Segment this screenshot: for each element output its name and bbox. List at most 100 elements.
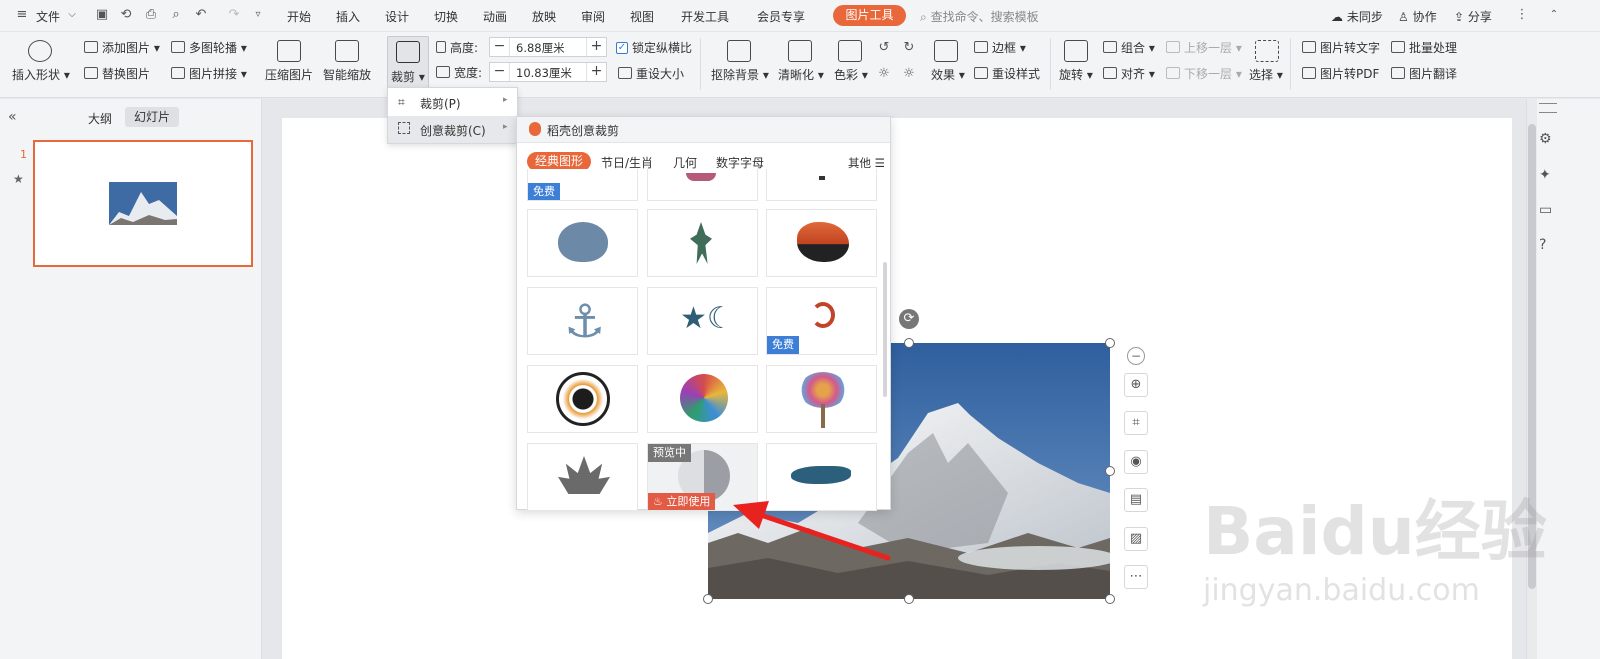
save-icon[interactable]: ▣ bbox=[94, 7, 110, 23]
collapse-panel-icon[interactable]: « bbox=[8, 109, 17, 125]
properties-icon[interactable]: ⚙ bbox=[1539, 131, 1552, 147]
undo-icon[interactable]: ↶ bbox=[193, 7, 209, 23]
brightness-up-icon[interactable]: ☼ bbox=[876, 66, 892, 82]
crop-shape-lotus[interactable] bbox=[527, 443, 638, 511]
send-backward-button[interactable]: 下移一层 ▾ bbox=[1166, 66, 1242, 82]
compress-picture-button[interactable]: 压缩图片 bbox=[265, 67, 313, 83]
align-button[interactable]: 对齐 ▾ bbox=[1103, 66, 1155, 82]
crop-shape-anchor[interactable]: ⚓ bbox=[527, 287, 638, 355]
customize-icon[interactable]: ▿ bbox=[250, 7, 266, 23]
replace-picture-button[interactable]: 替换图片 bbox=[84, 66, 150, 82]
tab-slideshow[interactable]: 放映 bbox=[532, 8, 556, 25]
tab-developer[interactable]: 开发工具 bbox=[681, 8, 729, 25]
crop-shape-ornament[interactable]: 免费 bbox=[766, 287, 877, 355]
tab-outline[interactable]: 大纲 bbox=[88, 110, 112, 127]
pin-icon[interactable]: ✦ bbox=[1539, 167, 1551, 183]
height-field[interactable]: − 6.88厘米 + bbox=[489, 37, 607, 57]
tab-member[interactable]: 会员专享 bbox=[757, 8, 805, 25]
more-options-icon[interactable]: ⋯ bbox=[1124, 565, 1148, 589]
format-painter-icon[interactable]: ⟲ bbox=[118, 7, 134, 23]
tab-animation[interactable]: 动画 bbox=[483, 8, 507, 25]
crop-shape-item[interactable]: 免费 bbox=[527, 169, 638, 201]
tab-picture-tools[interactable]: 图片工具 bbox=[833, 5, 906, 26]
more-icon[interactable]: ⋮ bbox=[1514, 7, 1530, 23]
lock-ratio-checkbox[interactable]: ✓ bbox=[616, 42, 628, 54]
crop-shape-ball[interactable] bbox=[647, 365, 758, 433]
add-picture-button[interactable]: 添加图片 ▾ bbox=[84, 40, 160, 56]
lightbulb-icon[interactable]: ◉ bbox=[1124, 450, 1148, 474]
tab-review[interactable]: 审阅 bbox=[581, 8, 605, 25]
chevron-down-icon[interactable]: ⌵ bbox=[64, 7, 80, 23]
crop-shape-deer[interactable] bbox=[647, 209, 758, 277]
search-input[interactable]: ⌕ 查找命令、搜索模板 bbox=[920, 8, 1039, 25]
remove-bg-button[interactable]: 抠除背景 ▾ bbox=[711, 67, 769, 83]
slide-thumbnail[interactable] bbox=[33, 140, 253, 267]
crop-shape-splash[interactable] bbox=[766, 209, 877, 277]
border-button[interactable]: 边框 ▾ bbox=[974, 40, 1026, 56]
resize-handle[interactable] bbox=[1105, 594, 1115, 604]
sync-status[interactable]: ☁ 未同步 bbox=[1331, 8, 1383, 25]
batch-button[interactable]: 批量处理 bbox=[1391, 40, 1457, 56]
rotate-right-icon[interactable]: ↻ bbox=[901, 40, 917, 56]
rotate-left-icon[interactable]: ↺ bbox=[876, 40, 892, 56]
print-icon[interactable]: ⎙ bbox=[143, 7, 159, 23]
zoom-in-icon[interactable]: ⊕ bbox=[1124, 373, 1148, 397]
reset-size-button[interactable]: 重设大小 bbox=[618, 66, 684, 82]
reset-style-button[interactable]: 重设样式 bbox=[974, 66, 1040, 82]
tab-design[interactable]: 设计 bbox=[385, 8, 409, 25]
tab-home[interactable]: 开始 bbox=[287, 8, 311, 25]
width-decrease-button[interactable]: − bbox=[490, 63, 510, 81]
sharpen-button[interactable]: 清晰化 ▾ bbox=[778, 67, 824, 83]
effects-button[interactable]: 效果 ▾ bbox=[931, 67, 965, 83]
picture-splice-button[interactable]: 图片拼接 ▾ bbox=[171, 66, 247, 82]
tab-insert[interactable]: 插入 bbox=[336, 8, 360, 25]
share-button[interactable]: ⇪ 分享 bbox=[1454, 8, 1492, 25]
multi-carousel-button[interactable]: 多图轮播 ▾ bbox=[171, 40, 247, 56]
tab-transition[interactable]: 切换 bbox=[434, 8, 458, 25]
print-preview-icon[interactable]: ⌕ bbox=[168, 7, 184, 23]
crop-shape-item[interactable] bbox=[647, 169, 758, 201]
erase-icon[interactable]: ▨ bbox=[1124, 527, 1148, 551]
hamburger-icon[interactable]: ≡ bbox=[14, 7, 30, 23]
crop-shape-stars[interactable]: ★☾ bbox=[647, 287, 758, 355]
resize-handle[interactable] bbox=[904, 338, 914, 348]
use-now-button[interactable]: ♨ 立即使用 bbox=[648, 493, 716, 510]
help-icon[interactable]: ? bbox=[1539, 237, 1546, 253]
width-increase-button[interactable]: + bbox=[586, 63, 606, 81]
group-button[interactable]: 组合 ▾ bbox=[1103, 40, 1155, 56]
insert-shape-button[interactable]: 插入形状 ▾ bbox=[12, 67, 70, 83]
color-button[interactable]: 色彩 ▾ bbox=[834, 67, 868, 83]
pic-to-text-float-icon[interactable]: ▤ bbox=[1124, 488, 1148, 512]
height-increase-button[interactable]: + bbox=[586, 38, 606, 56]
chat-icon[interactable]: ▭ bbox=[1539, 202, 1552, 218]
width-field[interactable]: − 10.83厘米 + bbox=[489, 62, 607, 82]
file-menu[interactable]: 文件 bbox=[36, 8, 60, 25]
select-button[interactable]: 选择 ▾ bbox=[1249, 67, 1283, 83]
smart-zoom-button[interactable]: 智能缩放 bbox=[323, 67, 371, 83]
crop-menu-item[interactable]: ⌗ 裁剪(P) ▸ bbox=[388, 89, 517, 115]
creative-crop-menu-item[interactable]: 创意裁剪(C) ▸ bbox=[388, 116, 517, 143]
rotate-button[interactable]: 旋转 ▾ bbox=[1059, 67, 1093, 83]
crop-button[interactable]: 裁剪 ▾ bbox=[387, 36, 429, 88]
pic-to-pdf-button[interactable]: 图片转PDF bbox=[1302, 66, 1379, 82]
pic-to-text-button[interactable]: 图片转文字 bbox=[1302, 40, 1380, 56]
collapse-ribbon-icon[interactable]: ⌃ bbox=[1546, 7, 1562, 23]
collab-button[interactable]: ♙ 协作 bbox=[1398, 8, 1437, 25]
panel-toggle-icon[interactable] bbox=[1539, 103, 1557, 113]
gallery-scrollbar[interactable] bbox=[883, 262, 887, 397]
pic-translate-button[interactable]: 图片翻译 bbox=[1391, 66, 1457, 82]
crop-float-icon[interactable]: ⌗ bbox=[1124, 411, 1148, 435]
resize-handle[interactable] bbox=[703, 594, 713, 604]
crop-shape-sun[interactable] bbox=[527, 365, 638, 433]
crop-shape-tree[interactable] bbox=[766, 365, 877, 433]
redo-icon[interactable]: ↷ bbox=[226, 7, 242, 23]
collapse-toolbar-icon[interactable]: − bbox=[1127, 347, 1145, 365]
height-decrease-button[interactable]: − bbox=[490, 38, 510, 56]
crop-shape-brain[interactable] bbox=[527, 209, 638, 277]
crop-shape-item[interactable] bbox=[766, 169, 877, 201]
resize-handle[interactable] bbox=[1105, 338, 1115, 348]
brightness-down-icon[interactable]: ☼ bbox=[901, 66, 917, 82]
tab-view[interactable]: 视图 bbox=[630, 8, 654, 25]
bring-forward-button[interactable]: 上移一层 ▾ bbox=[1166, 40, 1242, 56]
resize-handle[interactable] bbox=[1105, 466, 1115, 476]
